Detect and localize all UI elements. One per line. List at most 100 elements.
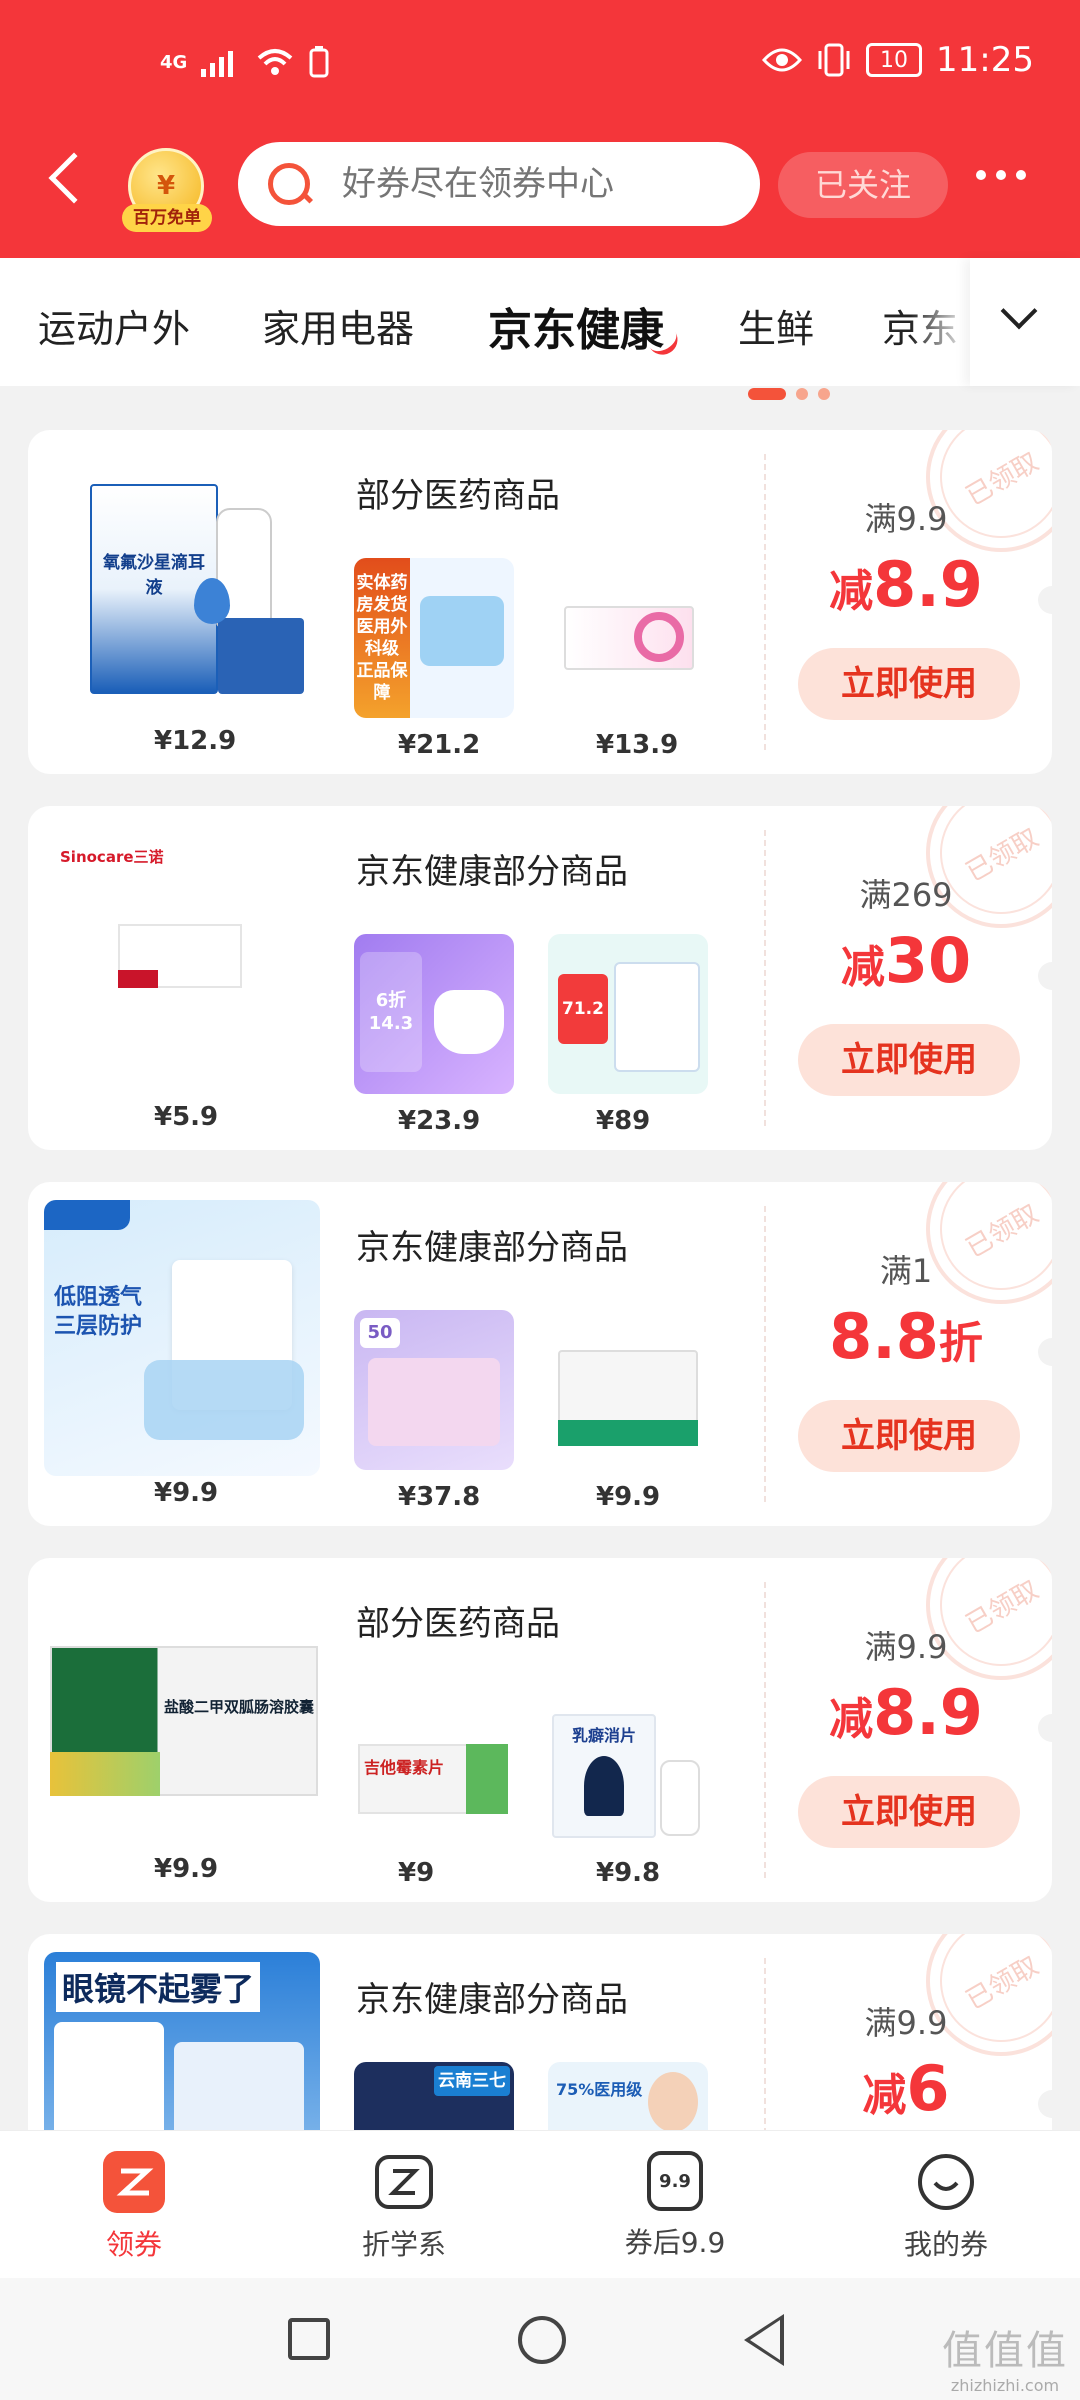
coupon-divider — [764, 1206, 766, 1502]
product-thumbnail[interactable]: 6折 14.3 — [354, 934, 514, 1094]
product-image[interactable]: 低阻透气 三层防护 — [44, 1200, 320, 1476]
bottom-nav: 领券 折学系 9.9 券后9.9 我的券 — [0, 2130, 1080, 2278]
use-now-button[interactable]: 立即使用 — [798, 1024, 1020, 1096]
product-price: ¥5.9 — [154, 1102, 219, 1132]
product-thumbnail[interactable]: 实体药房发货 医用外科级 正品保障 — [354, 558, 514, 718]
coupon-icon — [103, 2151, 165, 2213]
header-bar: 4G 10 11:25 ¥ 百万免单 已关注 — [0, 0, 1080, 258]
coupon-condition: 满1 — [879, 1252, 933, 1290]
tab-fresh[interactable]: 生鲜 — [738, 298, 814, 353]
thumbnail-text: 云南三七 — [434, 2066, 510, 2096]
coupon-benefit: 减8.9 — [829, 548, 983, 621]
coupon-divider — [764, 1958, 766, 2130]
watermark-logo: 值值值 — [942, 2328, 1068, 2374]
category-tabs: 运动户外 家用电器 京东健康 生鲜 京东 — [0, 258, 1080, 386]
thumbnail-price: ¥23.9 — [398, 1106, 481, 1136]
price-tag-icon: 9.9 — [647, 2151, 703, 2211]
nav-zhexuexi[interactable]: 折学系 — [304, 2151, 504, 2263]
status-left: 4G — [160, 46, 329, 78]
thumbnail-text: 实体药房发货 医用外科级 正品保障 — [354, 558, 410, 718]
coupon-card: 低阻透气 三层防护 ¥9.9 京东健康部分商品 50 ¥37.8 ¥9.9 已领… — [28, 1182, 1052, 1526]
recents-button[interactable] — [288, 2318, 330, 2360]
coupon-condition: 满269 — [859, 876, 953, 914]
network-label: 4G — [160, 51, 188, 73]
product-thumbnail[interactable]: 75%医用级 — [548, 2062, 708, 2130]
thumbnail-price: ¥9 — [398, 1858, 435, 1888]
status-right: 10 11:25 — [762, 40, 1034, 80]
coupon-notch — [1038, 586, 1052, 614]
thumbnail-text: 50 — [360, 1318, 400, 1348]
coupon-center-screen: 4G 10 11:25 ¥ 百万免单 已关注 运动户外 家用电器 京东健康 — [0, 0, 1080, 2400]
coupon-condition: 满9.9 — [864, 500, 948, 538]
nav-label: 领券 — [105, 2228, 162, 2261]
product-slogan: 眼镜不起雾了 — [56, 1962, 261, 2012]
coupon-scope: 京东健康部分商品 — [356, 1980, 628, 2020]
coupon-benefit: 8.8折 — [829, 1300, 983, 1373]
coupon-scope: 京东健康部分商品 — [356, 852, 628, 892]
z-icon — [373, 2151, 435, 2213]
signal-icon — [201, 51, 234, 77]
back-button[interactable] — [744, 2314, 784, 2366]
product-image[interactable]: 氧氟沙星滴耳液 — [44, 448, 320, 724]
tab-jd-health[interactable]: 京东健康 — [488, 294, 664, 358]
coupon-notch — [1038, 962, 1052, 990]
product-thumbnail[interactable] — [548, 558, 708, 718]
coupon-benefit: 减30 — [840, 924, 972, 997]
search-bar[interactable] — [238, 142, 760, 226]
coupon-divider — [764, 830, 766, 1126]
coupon-scope: 京东健康部分商品 — [356, 1228, 628, 1268]
tab-sports-outdoor[interactable]: 运动户外 — [38, 298, 190, 353]
wifi-icon — [257, 49, 293, 75]
coupon-card: 盐酸二甲双胍肠溶胶囊 ¥9.9 部分医药商品 吉他霉素片 乳癖消片 ¥9 ¥9.… — [28, 1558, 1052, 1902]
use-now-button[interactable]: 立即使用 — [798, 1400, 1020, 1472]
product-thumbnail[interactable]: 乳癖消片 — [548, 1686, 708, 1846]
use-now-button[interactable]: 立即使用 — [798, 648, 1020, 720]
nav-label: 我的券 — [903, 2228, 988, 2261]
thumbnail-price: ¥13.9 — [596, 730, 679, 760]
product-thumbnail[interactable]: 吉他霉素片 — [354, 1686, 514, 1846]
smile-icon — [915, 2151, 977, 2213]
coupon-scope: 部分医药商品 — [356, 1604, 560, 1644]
product-thumbnail[interactable]: 50 — [354, 1310, 514, 1470]
clock: 11:25 — [936, 40, 1034, 80]
product-image[interactable]: 眼镜不起雾了 — [44, 1952, 320, 2130]
coupon-notch — [1038, 2090, 1052, 2118]
product-price: ¥9.9 — [154, 1854, 219, 1884]
product-thumbnail[interactable] — [548, 1310, 708, 1470]
product-image[interactable]: 盐酸二甲双胍肠溶胶囊 — [44, 1576, 320, 1852]
thumbnail-text: 75%医用级 — [556, 2080, 643, 2099]
coupon-condition: 满9.9 — [864, 1628, 948, 1666]
product-thumbnail[interactable]: 云南三七 — [354, 2062, 514, 2130]
thumbnail-text: 吉他霉素片 — [364, 1758, 445, 1777]
nav-coupons[interactable]: 领券 — [34, 2151, 234, 2263]
product-slogan: 低阻透气 三层防护 — [54, 1285, 143, 1339]
search-input[interactable] — [342, 164, 722, 204]
free-order-badge[interactable]: 百万免单 — [122, 204, 212, 232]
thumbnail-price: ¥89 — [596, 1106, 651, 1136]
coupon-scope: 部分医药商品 — [356, 476, 560, 516]
use-now-button[interactable]: 立即使用 — [798, 1776, 1020, 1848]
coupon-divider — [764, 1582, 766, 1878]
chevron-down-icon — [1000, 292, 1038, 330]
brand-text: Sinocare三诺 — [60, 848, 164, 866]
more-icon[interactable] — [976, 170, 1026, 180]
thumbnail-price: ¥21.2 — [398, 730, 481, 760]
coupon-card: Sinocare三诺 ¥5.9 京东健康部分商品 6折 14.3 71.2 ¥2… — [28, 806, 1052, 1150]
battery-indicator: 10 — [866, 43, 923, 77]
search-icon — [268, 163, 310, 205]
thumbnail-price: ¥9.8 — [596, 1858, 661, 1888]
product-image[interactable]: Sinocare三诺 — [44, 824, 320, 1100]
back-icon[interactable] — [48, 152, 100, 204]
coupon-benefit: 减8.9 — [829, 1676, 983, 1749]
coupon-notch — [1038, 1338, 1052, 1366]
expand-tabs-button[interactable] — [970, 258, 1080, 386]
home-button[interactable] — [518, 2316, 566, 2364]
nav-my-coupons[interactable]: 我的券 — [846, 2151, 1046, 2263]
nav-label: 券后9.9 — [624, 2226, 726, 2259]
thumbnail-text: 6折 14.3 — [360, 952, 422, 1072]
nav-after-coupon-9-9[interactable]: 9.9 券后9.9 — [575, 2151, 775, 2261]
product-thumbnail[interactable]: 71.2 — [548, 934, 708, 1094]
product-price: ¥9.9 — [154, 1478, 219, 1508]
follow-button[interactable]: 已关注 — [778, 152, 948, 218]
tab-home-appliances[interactable]: 家用电器 — [262, 298, 414, 353]
